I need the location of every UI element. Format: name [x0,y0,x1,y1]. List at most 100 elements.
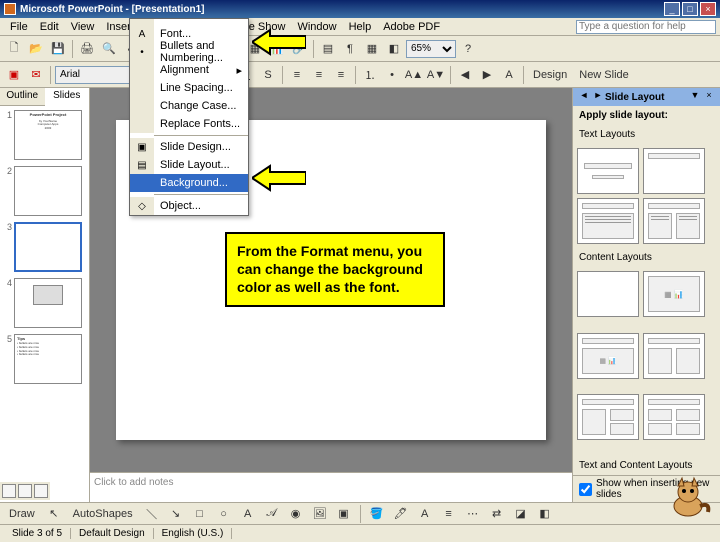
format-background-item[interactable]: Background... [130,174,248,192]
align-right-button[interactable]: ≡ [331,65,351,85]
tab-slides[interactable]: Slides [45,88,90,106]
menu-adobe-pdf[interactable]: Adobe PDF [377,21,446,33]
format-change-case-item[interactable]: Change Case... [130,97,248,115]
menu-file[interactable]: File [4,21,34,33]
layout-title-text[interactable] [577,198,639,244]
slide-thumb-4[interactable] [14,278,82,328]
help-button[interactable]: ? [458,39,478,59]
oval-button[interactable]: ○ [214,504,234,524]
pdf-mail-button[interactable]: ✉ [26,65,46,85]
slide-thumb-2[interactable] [14,166,82,216]
layout-title-slide[interactable] [577,148,639,194]
taskpane-back-button[interactable]: ◄ [577,90,591,104]
layout-two-content-stack[interactable] [577,394,639,440]
picture-button[interactable]: ▣ [334,504,354,524]
slideshow-view-button[interactable] [34,484,48,498]
format-object-item[interactable]: ◇Object... [130,197,248,215]
print-preview-button[interactable]: 🔍 [99,39,119,59]
expand-button[interactable]: ▤ [318,39,338,59]
autoshapes-menu[interactable]: AutoShapes [68,504,138,524]
layout-title-content[interactable]: ▦ 📊 [577,333,639,379]
numbering-button[interactable]: ⒈ [360,65,380,85]
3d-style-button[interactable]: ◧ [535,504,555,524]
tab-outline[interactable]: Outline [0,88,45,105]
layout-title-only[interactable] [643,148,705,194]
sorter-view-button[interactable] [18,484,32,498]
format-slide-design-item[interactable]: ▣Slide Design... [130,138,248,156]
font-color-draw-button[interactable]: A [415,504,435,524]
slide-thumbnails[interactable]: 1PowerPoint Projectby YourNameComputer A… [0,106,89,502]
layout-two-column[interactable] [643,198,705,244]
standard-toolbar: 🗋 📂 💾 🖨 🔍 ✓ ✂ ⎘ 📋 🖌 ▦ 📊 🔗 ▤ ¶ ▦ ◧ 65% ? [0,36,720,62]
decrease-font-button[interactable]: A▼ [426,65,446,85]
wordart-button[interactable]: 𝒜 [262,504,282,524]
menu-edit[interactable]: Edit [34,21,65,33]
rectangle-button[interactable]: □ [190,504,210,524]
show-format-button[interactable]: ¶ [340,39,360,59]
slide-thumb-1[interactable]: PowerPoint Projectby YourNameComputer Ap… [14,110,82,160]
new-button[interactable]: 🗋 [4,39,24,59]
format-replace-fonts-item[interactable]: Replace Fonts... [130,115,248,133]
normal-view-button[interactable] [2,484,16,498]
shadow-button[interactable]: S [258,65,278,85]
status-slide: Slide 3 of 5 [4,528,71,539]
slide-thumb-5[interactable]: Tips• bullets are nice• bullets are nice… [14,334,82,384]
new-slide-button[interactable]: New Slide [574,65,634,85]
slide-thumb-3[interactable] [14,222,82,272]
app-icon [4,3,16,15]
status-bar: Slide 3 of 5 Default Design English (U.S… [0,524,720,542]
select-objects-button[interactable]: ↖ [44,504,64,524]
line-color-button[interactable]: 🖊 [391,504,411,524]
layout-two-content[interactable] [643,333,705,379]
menu-help[interactable]: Help [343,21,378,33]
increase-font-button[interactable]: A▲ [404,65,424,85]
font-color-button[interactable]: A [499,65,519,85]
maximize-button[interactable]: □ [682,2,698,16]
align-center-button[interactable]: ≡ [309,65,329,85]
taskpane-close-button[interactable]: × [702,90,716,104]
layout-four-content[interactable] [643,394,705,440]
pdf-button[interactable]: ▣ [4,65,24,85]
grid-button[interactable]: ▦ [362,39,382,59]
arrow-style-button[interactable]: ⇄ [487,504,507,524]
format-alignment-item[interactable]: Alignment▸ [130,61,248,79]
window-title: Microsoft PowerPoint - [Presentation1] [20,4,664,15]
increase-indent-button[interactable]: ▶ [477,65,497,85]
shadow-style-button[interactable]: ◪ [511,504,531,524]
dash-style-button[interactable]: ⋯ [463,504,483,524]
show-when-inserting-checkbox[interactable] [579,483,592,496]
clipart-button[interactable]: 🖼 [310,504,330,524]
format-slide-layout-item[interactable]: ▤Slide Layout... [130,156,248,174]
fill-color-button[interactable]: 🪣 [367,504,387,524]
arrow-button[interactable]: ↘ [166,504,186,524]
design-button[interactable]: Design [528,65,572,85]
print-button[interactable]: 🖨 [77,39,97,59]
line-button[interactable]: ＼ [142,504,162,524]
zoom-select[interactable]: 65% [406,40,456,58]
notes-pane[interactable]: Click to add notes [90,472,572,502]
color-button[interactable]: ◧ [384,39,404,59]
decrease-indent-button[interactable]: ◀ [455,65,475,85]
help-search-input[interactable] [576,20,716,34]
draw-menu[interactable]: Draw [4,504,40,524]
textbox-button[interactable]: A [238,504,258,524]
taskpane-fwd-button[interactable]: ► [591,90,605,104]
menu-view[interactable]: View [65,21,101,33]
minimize-button[interactable]: _ [664,2,680,16]
drawing-toolbar: Draw ↖ AutoShapes ＼ ↘ □ ○ A 𝒜 ◉ 🖼 ▣ 🪣 🖊 … [0,502,720,524]
apply-layout-label: Apply slide layout: [573,106,720,125]
layout-content[interactable]: ▦ 📊 [643,271,705,317]
open-button[interactable]: 📂 [26,39,46,59]
format-line-spacing-item[interactable]: Line Spacing... [130,79,248,97]
align-left-button[interactable]: ≡ [287,65,307,85]
format-dropdown-menu: AFont... •Bullets and Numbering... Align… [129,18,249,216]
line-style-button[interactable]: ≡ [439,504,459,524]
diagram-button[interactable]: ◉ [286,504,306,524]
save-button[interactable]: 💾 [48,39,68,59]
close-button[interactable]: × [700,2,716,16]
bullets-button[interactable]: • [382,65,402,85]
task-pane: ◄ ► Slide Layout ▼ × Apply slide layout:… [572,88,720,502]
layout-blank[interactable] [577,271,639,317]
taskpane-dropdown-button[interactable]: ▼ [688,90,702,104]
format-bullets-item[interactable]: •Bullets and Numbering... [130,43,248,61]
